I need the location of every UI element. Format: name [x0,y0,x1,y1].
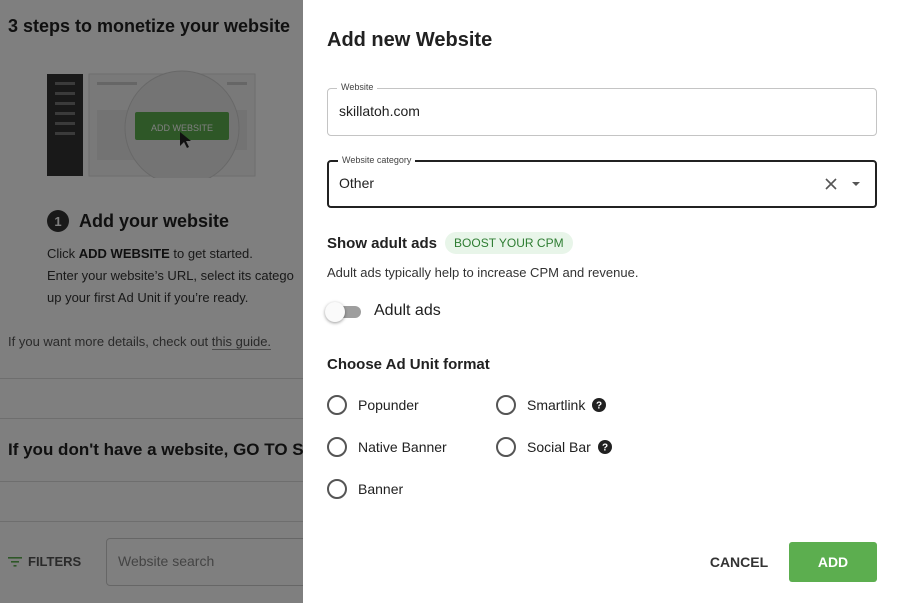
radio-circle [496,437,516,457]
help-icon[interactable]: ? [592,398,607,412]
radio-label: Banner [358,481,404,497]
radio-popunder[interactable]: Popunder [327,395,419,415]
radio-circle [327,395,347,415]
website-field-value[interactable]: skillatoh.com [339,103,420,119]
radio-circle [327,437,347,457]
radio-smartlink[interactable]: Smartlink ? [496,395,607,415]
adult-ads-description: Adult ads typically help to increase CPM… [327,265,639,280]
cancel-button[interactable]: CANCEL [696,544,782,580]
radio-label: Smartlink [527,397,586,413]
help-icon[interactable]: ? [597,440,612,454]
website-category-select[interactable]: Website category Other [327,154,877,208]
category-field-value: Other [339,175,375,191]
adult-ads-heading: Show adult ads BOOST YOUR CPM [327,232,573,254]
category-field-label: Website category [338,154,416,166]
radio-banner[interactable]: Banner [327,479,403,499]
radio-circle [496,395,516,415]
adult-ads-toggle-label[interactable]: Adult ads [374,302,441,320]
ad-unit-format-title: Choose Ad Unit format [327,356,490,373]
radio-circle [327,479,347,499]
adult-ads-title: Show adult ads [327,234,438,252]
svg-text:?: ? [602,443,608,454]
toggle-thumb [325,302,345,322]
add-button[interactable]: ADD [789,542,877,582]
dialog-title: Add new Website [327,29,493,51]
website-field-label: Website [337,81,378,93]
chevron-down-icon[interactable] [851,181,861,187]
boost-cpm-badge: BOOST YOUR CPM [445,232,573,254]
svg-text:?: ? [596,401,602,412]
radio-native-banner[interactable]: Native Banner [327,437,447,457]
radio-label: Native Banner [358,439,447,455]
adult-ads-toggle[interactable] [325,302,361,322]
website-field[interactable]: Website skillatoh.com [327,81,877,136]
clear-icon[interactable] [823,176,839,192]
radio-social-bar[interactable]: Social Bar ? [496,437,612,457]
radio-label: Social Bar [527,439,591,455]
radio-label: Popunder [358,397,419,413]
add-website-dialog: Add new Website Website skillatoh.com We… [303,0,900,603]
